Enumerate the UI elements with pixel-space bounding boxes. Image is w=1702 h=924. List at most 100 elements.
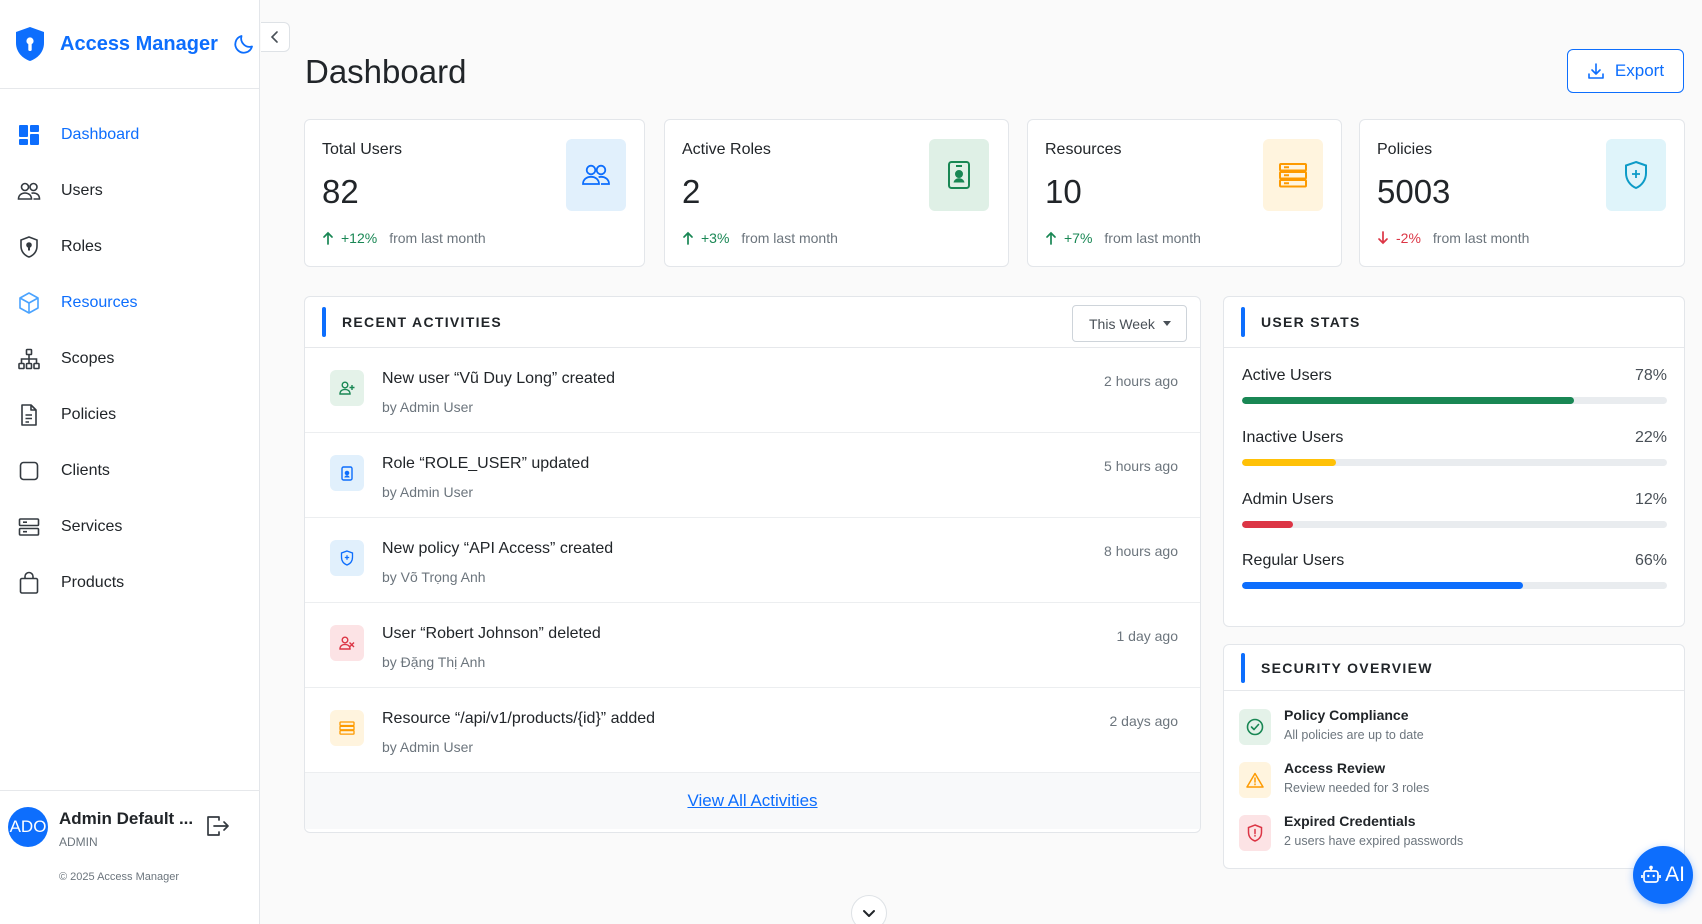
user-stat-row: Regular Users 66% — [1242, 552, 1667, 602]
ai-label: AI — [1665, 863, 1685, 886]
trend-text: from last month — [741, 230, 838, 246]
activity-author: by Võ Trọng Anh — [382, 569, 486, 585]
activity-title: New policy “API Access” created — [382, 540, 614, 557]
progress-fill — [1242, 582, 1523, 589]
panel-title: SECURITY OVERVIEW — [1261, 659, 1433, 676]
user-stat-percent: 12% — [1634, 491, 1667, 508]
scroll-down-button[interactable] — [851, 895, 887, 924]
avatar[interactable]: ADO — [8, 807, 48, 847]
stat-trend: +7% from last month — [1045, 230, 1201, 246]
logout-icon[interactable] — [204, 813, 230, 839]
sidebar-item-products[interactable]: Products — [0, 555, 259, 611]
progress-track — [1242, 459, 1667, 466]
sidebar-item-users[interactable]: Users — [0, 163, 259, 219]
stat-icon-box — [566, 139, 626, 211]
robot-icon — [1641, 865, 1661, 883]
security-item: Policy Compliance All policies are up to… — [1239, 707, 1674, 755]
user-stat-percent: 66% — [1634, 552, 1667, 569]
security-icon-box — [1239, 709, 1271, 745]
view-all-activities-link[interactable]: View All Activities — [687, 791, 817, 811]
user-plus-icon — [339, 381, 355, 395]
activity-icon-box — [330, 625, 364, 661]
panel-title: RECENT ACTIVITIES — [342, 314, 503, 330]
user-stat-label: Regular Users — [1242, 552, 1345, 569]
export-label: Export — [1614, 61, 1665, 80]
stat-card-policies: Policies 5003 -2% from last month — [1359, 119, 1685, 267]
stat-card-active-roles: Active Roles 2 +3% from last month — [664, 119, 1009, 267]
sidebar-item-dashboard[interactable]: Dashboard — [0, 107, 259, 163]
stat-title: Total Users — [322, 141, 403, 158]
chevron-down-icon — [863, 909, 875, 917]
stat-trend: -2% from last month — [1377, 230, 1529, 246]
activity-time: 2 days ago — [1109, 713, 1179, 729]
user-stat-percent: 78% — [1634, 367, 1667, 384]
sidebar-item-policies[interactable]: Policies — [0, 387, 259, 443]
export-button[interactable]: Export — [1567, 49, 1684, 93]
users-icon — [17, 182, 41, 200]
security-icon-box — [1239, 815, 1271, 851]
activity-item[interactable]: Role “ROLE_USER” updated by Admin User 5… — [305, 433, 1200, 518]
check-circle-icon — [1246, 718, 1264, 736]
panel-header: RECENT ACTIVITIES This Week — [305, 297, 1200, 348]
stat-card-resources: Resources 10 +7% from last month — [1027, 119, 1342, 267]
ai-assistant-button[interactable]: AI — [1633, 846, 1693, 904]
security-desc: Review needed for 3 roles — [1284, 781, 1430, 795]
user-stat-percent: 22% — [1634, 429, 1667, 446]
caret-down-icon — [1162, 321, 1171, 326]
stat-icon-box — [929, 139, 989, 211]
stat-title: Policies — [1377, 141, 1433, 158]
activity-item[interactable]: Resource “/api/v1/products/{id}” added b… — [305, 688, 1200, 773]
trend-value: +7% — [1064, 230, 1093, 246]
trend-text: from last month — [1104, 230, 1201, 246]
shield-icon — [20, 236, 38, 258]
trend-value: -2% — [1396, 230, 1421, 246]
sidebar-item-roles[interactable]: Roles — [0, 219, 259, 275]
sidebar-item-services[interactable]: Services — [0, 499, 259, 555]
arrow-up-icon — [683, 231, 693, 245]
square-icon — [19, 461, 39, 481]
sidebar-item-label: Policies — [61, 406, 117, 423]
page-title: Dashboard — [305, 53, 467, 90]
sidebar-nav: Dashboard Users Roles Resources Scopes P… — [0, 89, 259, 611]
sidebar-item-label: Products — [61, 574, 125, 591]
sidebar-item-clients[interactable]: Clients — [0, 443, 259, 499]
stat-card-total-users: Total Users 82 +12% from last month — [304, 119, 645, 267]
sidebar-item-scopes[interactable]: Scopes — [0, 331, 259, 387]
stat-icon-box — [1606, 139, 1666, 211]
sitemap-icon — [18, 348, 40, 370]
activity-title: Role “ROLE_USER” updated — [382, 455, 590, 472]
moon-icon[interactable] — [232, 32, 256, 56]
app-name: Access Manager — [60, 32, 218, 55]
trend-value: +3% — [701, 230, 730, 246]
security-item: Access Review Review needed for 3 roles — [1239, 760, 1674, 808]
sidebar-item-resources[interactable]: Resources — [0, 275, 259, 331]
security-title: Access Review — [1284, 760, 1386, 776]
arrow-down-icon — [1378, 231, 1388, 245]
user-role: ADMIN — [59, 835, 98, 849]
sidebar: Access Manager Dashboard Users Roles Res… — [0, 0, 260, 924]
activity-time: 2 hours ago — [1104, 373, 1178, 389]
sidebar-item-label: Clients — [61, 462, 110, 479]
stat-value: 5003 — [1377, 173, 1451, 210]
security-title: Policy Compliance — [1284, 707, 1409, 723]
sidebar-item-label: Roles — [61, 238, 102, 255]
sidebar-item-label: Users — [61, 182, 103, 199]
user-minus-icon — [339, 636, 355, 650]
security-overview-panel: SECURITY OVERVIEW Policy Compliance All … — [1223, 644, 1685, 869]
activity-item[interactable]: New user “Vũ Duy Long” created by Admin … — [305, 348, 1200, 433]
panel-header: SECURITY OVERVIEW — [1224, 645, 1684, 691]
sidebar-item-label: Resources — [61, 294, 138, 311]
activity-author: by Đặng Thị Anh — [382, 654, 486, 670]
panel-accent — [1241, 652, 1245, 683]
period-select[interactable]: This Week — [1072, 305, 1187, 342]
id-badge-icon — [948, 161, 970, 189]
stat-trend: +3% from last month — [682, 230, 838, 246]
user-stat-row: Inactive Users 22% — [1242, 429, 1667, 479]
trend-text: from last month — [389, 230, 486, 246]
user-stat-label: Active Users — [1242, 367, 1332, 384]
stat-icon-box — [1263, 139, 1323, 211]
arrow-up-icon — [1046, 231, 1056, 245]
sidebar-footer: ADO Admin Default ... ADMIN © 2025 Acces… — [0, 790, 260, 924]
activity-item[interactable]: New policy “API Access” created by Võ Tr… — [305, 518, 1200, 603]
activity-item[interactable]: User “Robert Johnson” deleted by Đặng Th… — [305, 603, 1200, 688]
